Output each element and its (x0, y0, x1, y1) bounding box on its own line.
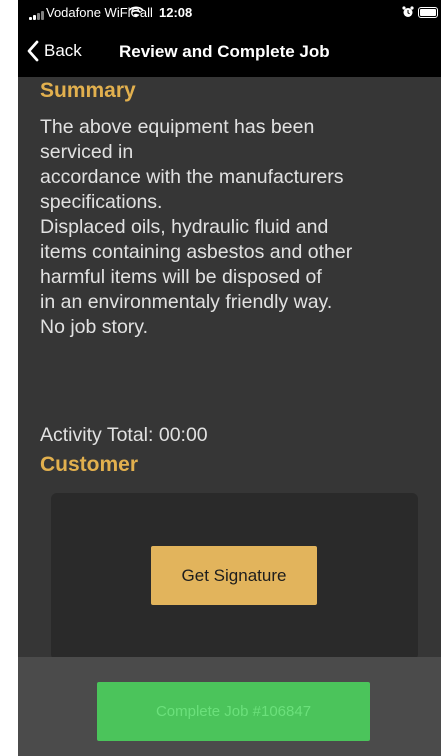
signal-icon (29, 10, 45, 20)
summary-line: specifications. (40, 191, 163, 213)
summary-line: The above equipment has been (40, 116, 315, 138)
app-screen: Vodafone WiFiCall 12:08 Back Review and … (18, 0, 441, 756)
footer: Complete Job #106847 (18, 657, 441, 756)
signature-card: Get Signature (51, 493, 418, 660)
summary-line: Displaced oils, hydraulic fluid and (40, 216, 329, 238)
summary-line: in an environmentaly friendly way. (40, 291, 333, 313)
get-signature-button[interactable]: Get Signature (151, 546, 317, 605)
summary-heading: Summary (40, 79, 136, 102)
header: Vodafone WiFiCall 12:08 Back Review and … (18, 0, 441, 77)
navigation-bar: Back Review and Complete Job (18, 28, 441, 77)
summary-line: No job story. (40, 316, 149, 338)
wifi-icon (128, 6, 144, 18)
chevron-left-icon (27, 40, 39, 62)
review-content[interactable]: Summary The above equipment has been ser… (18, 77, 441, 660)
alarm-icon (402, 6, 414, 17)
activity-total: Activity Total: 00:00 (40, 424, 208, 446)
summary-text: The above equipment has been serviced in… (40, 115, 435, 340)
back-label: Back (44, 41, 82, 60)
summary-line: serviced in (40, 141, 134, 163)
customer-heading: Customer (40, 453, 139, 476)
status-bar: Vodafone WiFiCall 12:08 (18, 0, 441, 28)
page-title: Review and Complete Job (119, 42, 330, 61)
summary-line: items containing asbestos and other (40, 241, 353, 263)
summary-line: accordance with the manufacturers (40, 166, 344, 188)
status-time: 12:08 (159, 5, 193, 20)
summary-line: harmful items will be disposed of (40, 266, 322, 288)
battery-icon (418, 7, 438, 18)
complete-job-button[interactable]: Complete Job #106847 (97, 682, 370, 741)
back-button[interactable]: Back (26, 38, 82, 64)
